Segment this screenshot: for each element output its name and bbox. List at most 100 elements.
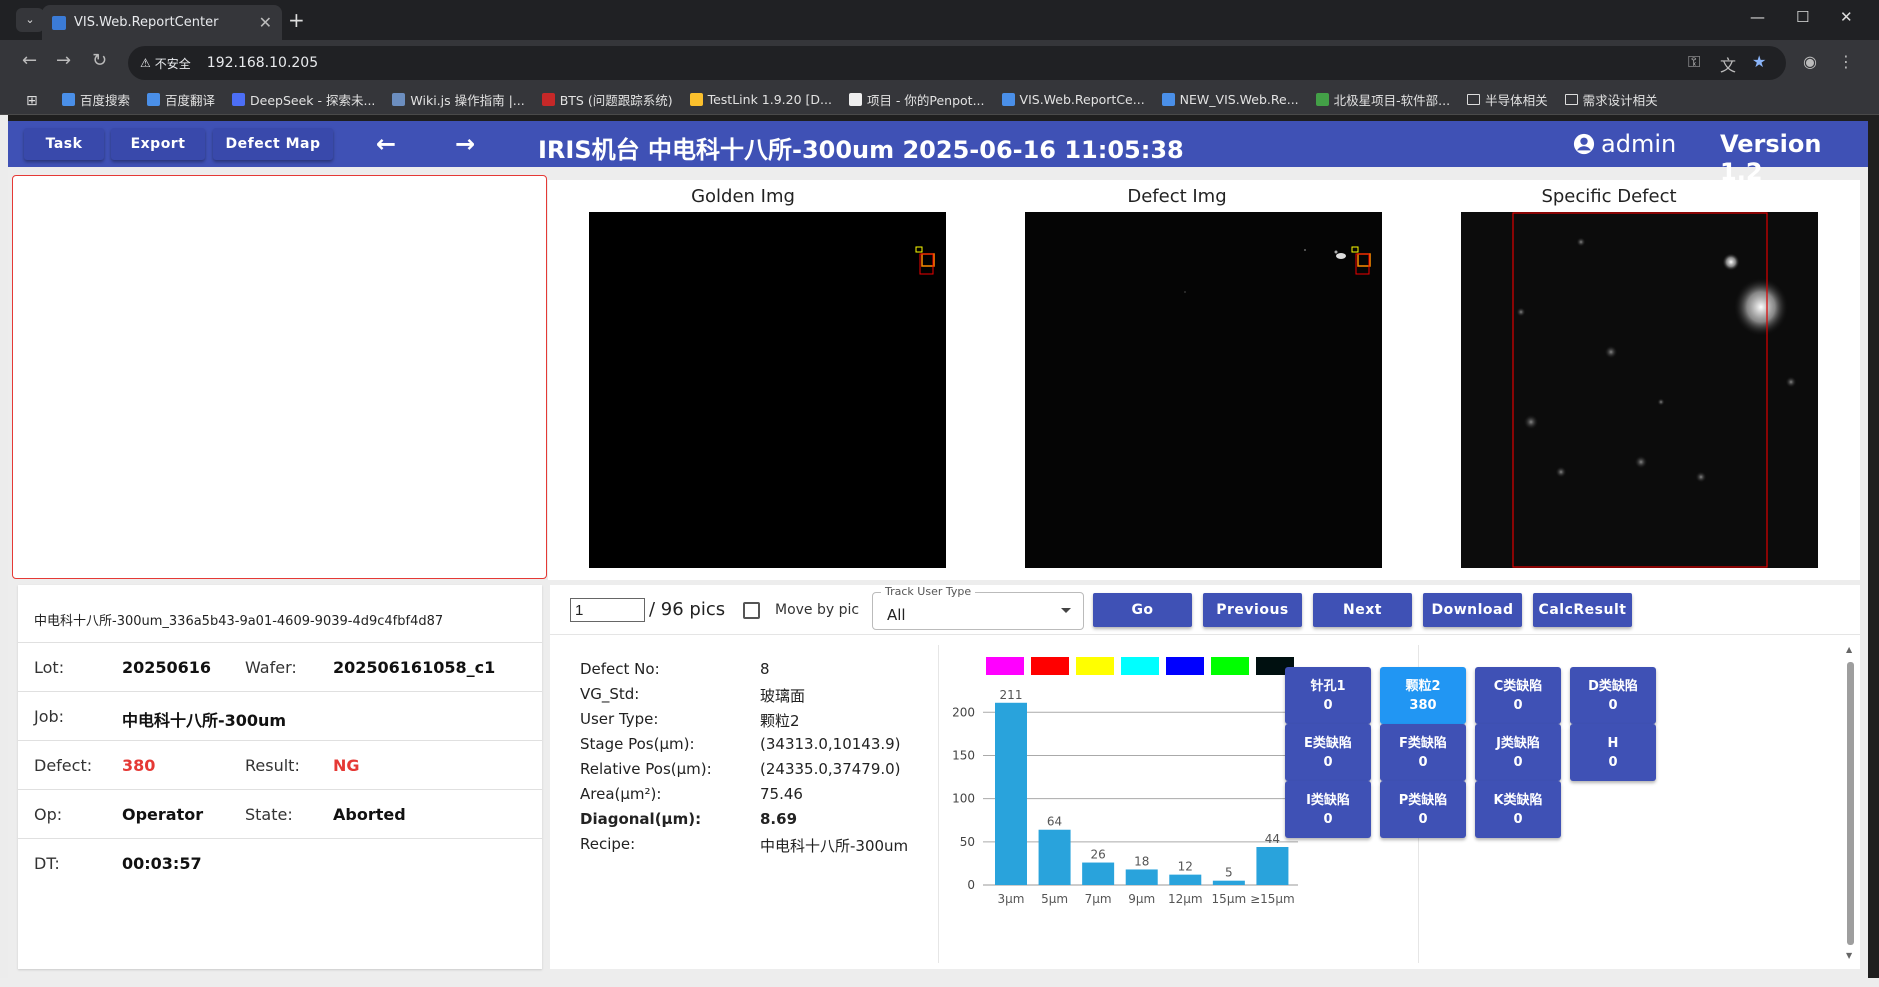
next-arrow-icon[interactable]: → bbox=[455, 130, 475, 158]
track-user-type-select[interactable]: Track User Type All bbox=[872, 585, 1084, 630]
next-button[interactable]: Next bbox=[1313, 593, 1412, 627]
bookmark-folder[interactable]: 半导体相关 bbox=[1467, 90, 1548, 109]
defect-type-name: 颗粒2 bbox=[1405, 678, 1441, 694]
defect-type-button[interactable]: F类缺陷 0 bbox=[1380, 724, 1466, 781]
bookmark-item[interactable]: VIS.Web.ReportCe... bbox=[1001, 92, 1145, 107]
close-window-icon[interactable]: ✕ bbox=[1840, 8, 1853, 26]
defect-type-button[interactable]: K类缺陷 0 bbox=[1475, 781, 1561, 838]
bookmark-icon bbox=[1161, 93, 1175, 106]
bar bbox=[1038, 829, 1071, 885]
detail-value: 玻璃面 bbox=[760, 687, 806, 705]
scroll-down-icon[interactable]: ▼ bbox=[1846, 951, 1852, 960]
bookmark-item[interactable]: 百度搜索 bbox=[62, 90, 130, 109]
bookmark-icon bbox=[689, 93, 703, 106]
legend-swatch[interactable] bbox=[1076, 657, 1114, 675]
url-text: 192.168.10.205 bbox=[206, 55, 319, 71]
download-button[interactable]: Download bbox=[1423, 593, 1522, 627]
scroll-up-icon[interactable]: ▲ bbox=[1846, 645, 1852, 654]
back-icon[interactable]: ← bbox=[22, 50, 37, 71]
bookmark-item[interactable]: DeepSeek - 探索未... bbox=[232, 90, 375, 109]
forward-icon[interactable]: → bbox=[56, 50, 71, 71]
new-tab-button[interactable]: + bbox=[288, 8, 305, 32]
bookmark-item[interactable]: 百度翻译 bbox=[147, 90, 215, 109]
defect-type-button[interactable]: D类缺陷 0 bbox=[1570, 667, 1656, 724]
bookmark-folder[interactable]: 需求设计相关 bbox=[1564, 90, 1658, 109]
user-menu[interactable]: admin bbox=[1573, 130, 1676, 158]
defect-type-button[interactable]: E类缺陷 0 bbox=[1285, 724, 1371, 781]
specific-defect-image[interactable] bbox=[1461, 212, 1818, 568]
tab-favicon-icon bbox=[52, 15, 66, 30]
user-name: admin bbox=[1601, 130, 1677, 158]
defect-count: 380 bbox=[122, 756, 156, 775]
y-tick-label: 0 bbox=[967, 878, 975, 892]
profile-icon[interactable]: ◉ bbox=[1803, 52, 1817, 71]
image-panel: Golden Img Defect Img Specific Defect bbox=[548, 180, 1860, 580]
defect-type-button[interactable]: H0 bbox=[1570, 724, 1656, 781]
detail-value: (34313.0,10143.9) bbox=[760, 735, 901, 753]
calc-result-button[interactable]: CalcResult bbox=[1533, 593, 1632, 627]
defect-map-button[interactable]: Defect Map bbox=[213, 128, 333, 160]
legend-swatch[interactable] bbox=[1031, 657, 1069, 675]
scroll-thumb[interactable] bbox=[1847, 662, 1854, 945]
reload-icon[interactable]: ↻ bbox=[92, 50, 107, 71]
password-key-icon[interactable]: ⚿ bbox=[1688, 52, 1700, 72]
task-button[interactable]: Task bbox=[24, 128, 104, 160]
defect-type-button[interactable]: P类缺陷 0 bbox=[1380, 781, 1466, 838]
defect-type-count: 0 bbox=[1418, 754, 1428, 770]
defect-detail-panel: / 96 pics Move by pic Track User Type Al… bbox=[550, 585, 1860, 969]
menu-kebab-icon[interactable]: ⋮ bbox=[1838, 52, 1854, 71]
detail-value: 8 bbox=[760, 660, 770, 678]
detail-scrollbar[interactable]: ▲ ▼ bbox=[1845, 645, 1857, 965]
x-tick-label: ≥15μm bbox=[1250, 892, 1295, 906]
bar bbox=[1212, 880, 1245, 885]
go-button[interactable]: Go bbox=[1093, 593, 1192, 627]
address-bar[interactable]: ⚠ 不安全 192.168.10.205 bbox=[128, 46, 1786, 80]
defect-type-button[interactable]: 颗粒2 380 bbox=[1380, 667, 1466, 724]
maximize-icon[interactable]: ☐ bbox=[1796, 8, 1809, 26]
defect-type-button[interactable]: I类缺陷 0 bbox=[1285, 781, 1371, 838]
wafer-info-panel: 中电科十八所-300um_336a5b43-9a01-4609-9039-4d9… bbox=[18, 585, 542, 969]
defect-type-button[interactable]: C类缺陷 0 bbox=[1475, 667, 1561, 724]
specific-defect-canvas bbox=[1512, 212, 1797, 568]
tab-close-icon[interactable]: ✕ bbox=[259, 13, 272, 32]
export-button[interactable]: Export bbox=[111, 128, 205, 160]
bookmark-icon bbox=[1001, 93, 1015, 106]
tab-search-button[interactable]: ⌄ bbox=[16, 8, 44, 32]
minimize-icon[interactable]: — bbox=[1750, 8, 1765, 26]
apps-grid-icon[interactable]: ⊞ bbox=[26, 93, 38, 109]
bookmark-item[interactable]: TestLink 1.9.20 [D... bbox=[689, 92, 832, 107]
wafer-map-panel[interactable] bbox=[12, 175, 547, 579]
bookmark-item[interactable]: 项目 - 你的Penpot... bbox=[848, 90, 985, 109]
move-by-pic-checkbox[interactable] bbox=[743, 602, 760, 619]
info-row-job: Job: 中电科十八所-300um bbox=[18, 691, 542, 740]
page-input[interactable] bbox=[570, 598, 645, 622]
previous-button[interactable]: Previous bbox=[1203, 593, 1302, 627]
defect-type-name: 针孔1 bbox=[1310, 678, 1346, 694]
legend-swatch[interactable] bbox=[1121, 657, 1159, 675]
bookmark-icon bbox=[147, 93, 161, 106]
job-value: 中电科十八所-300um bbox=[122, 711, 287, 730]
bookmark-star-icon[interactable]: ★ bbox=[1752, 52, 1766, 71]
defect-type-name: J类缺陷 bbox=[1496, 735, 1540, 751]
result-value: NG bbox=[333, 756, 360, 775]
defect-type-button[interactable]: 针孔1 0 bbox=[1285, 667, 1371, 724]
defect-type-count: 0 bbox=[1323, 754, 1333, 770]
legend-swatch[interactable] bbox=[1166, 657, 1204, 675]
defect-type-name: P类缺陷 bbox=[1398, 792, 1448, 808]
golden-image[interactable] bbox=[589, 212, 946, 568]
bookmark-item[interactable]: Wiki.js 操作指南 |... bbox=[392, 90, 525, 109]
defect-image[interactable] bbox=[1025, 212, 1382, 568]
bar bbox=[1256, 847, 1289, 885]
legend-swatch[interactable] bbox=[1211, 657, 1249, 675]
defect-type-button[interactable]: J类缺陷 0 bbox=[1475, 724, 1561, 781]
legend-swatch[interactable] bbox=[986, 657, 1024, 675]
bookmark-item[interactable]: BTS (问题跟踪系统) bbox=[541, 90, 673, 109]
prev-arrow-icon[interactable]: ← bbox=[376, 130, 396, 158]
bookmark-item[interactable]: NEW_VIS.Web.Re... bbox=[1161, 92, 1299, 107]
browser-tab[interactable]: VIS.Web.ReportCenter ✕ bbox=[42, 5, 282, 40]
security-warning[interactable]: ⚠ 不安全 bbox=[140, 55, 191, 72]
bookmark-item[interactable]: 北极星项目-软件部... bbox=[1315, 90, 1450, 109]
y-tick-label: 150 bbox=[952, 748, 975, 762]
translate-icon[interactable]: 文 bbox=[1720, 52, 1736, 76]
defect-type-count: 0 bbox=[1323, 697, 1333, 713]
